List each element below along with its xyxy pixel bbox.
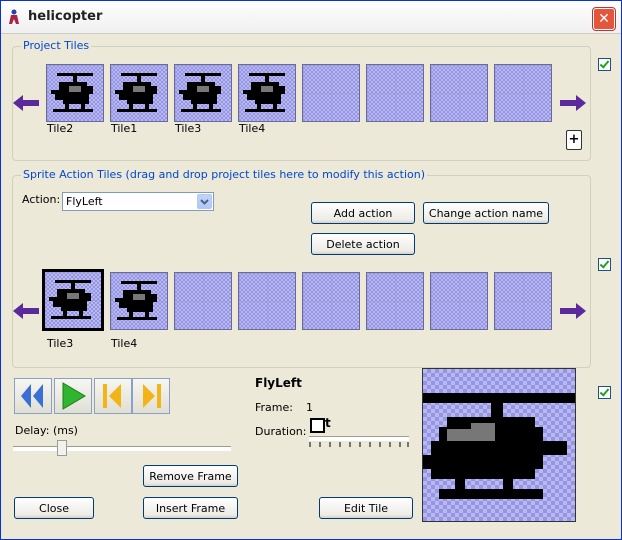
action-tile-label: Tile3 <box>47 337 74 350</box>
rewind-button[interactable] <box>14 378 52 414</box>
frame-preview <box>422 368 576 522</box>
action-select-value: FlyLeft <box>66 195 103 208</box>
rewind-icon <box>21 384 43 408</box>
empty-tile-slot[interactable] <box>494 64 552 122</box>
delay-slider-track[interactable] <box>13 446 231 451</box>
tile-label: Tile3 <box>175 122 202 135</box>
scroll-left-arrow-icon[interactable] <box>13 95 39 111</box>
helicopter-icon <box>115 281 157 320</box>
play-icon <box>62 382 86 410</box>
action-select[interactable]: FlyLeft <box>62 192 214 211</box>
frame-label: Frame: <box>255 401 293 414</box>
empty-action-slot[interactable] <box>366 272 424 330</box>
close-button[interactable]: Close <box>14 497 94 519</box>
action-scroll-left-arrow-icon[interactable] <box>13 303 39 319</box>
project-tile[interactable] <box>46 64 104 122</box>
empty-action-slot[interactable] <box>238 272 296 330</box>
helicopter-icon <box>49 280 91 319</box>
scroll-right-arrow-icon[interactable] <box>560 95 586 111</box>
delay-label: Delay: (ms) <box>15 424 78 437</box>
tile-label: Tile1 <box>111 122 138 135</box>
duration-value: t <box>325 416 331 430</box>
delay-slider-thumb[interactable] <box>57 440 67 456</box>
action-tile-selected[interactable] <box>42 269 104 331</box>
empty-tile-slot[interactable] <box>430 64 488 122</box>
add-action-button[interactable]: Add action <box>311 202 415 224</box>
project-tiles-checkbox[interactable] <box>598 58 611 71</box>
action-tiles-label: Sprite Action Tiles (drag and drop proje… <box>21 168 428 181</box>
play-button[interactable] <box>54 378 92 414</box>
empty-action-slot[interactable] <box>494 272 552 330</box>
empty-action-slot[interactable] <box>302 272 360 330</box>
empty-action-slot[interactable] <box>430 272 488 330</box>
project-tile[interactable] <box>110 64 168 122</box>
current-action-name: FlyLeft <box>255 376 302 390</box>
action-tile-label: Tile4 <box>111 337 138 350</box>
add-tile-button[interactable]: + <box>566 130 582 150</box>
action-tiles-checkbox[interactable] <box>598 258 611 271</box>
tile-label: Tile4 <box>239 122 266 135</box>
close-window-button[interactable]: ✕ <box>593 8 615 30</box>
project-tiles-label: Project Tiles <box>21 39 92 52</box>
remove-frame-button[interactable]: Remove Frame <box>143 465 238 487</box>
empty-tile-slot[interactable] <box>366 64 424 122</box>
action-scroll-right-arrow-icon[interactable] <box>560 303 586 319</box>
skip-start-icon <box>103 384 121 408</box>
empty-tile-slot[interactable] <box>302 64 360 122</box>
window-title: helicopter <box>28 9 103 24</box>
project-tile[interactable] <box>174 64 232 122</box>
first-frame-button[interactable] <box>94 378 132 414</box>
empty-action-slot[interactable] <box>174 272 232 330</box>
action-label: Action: <box>22 193 61 206</box>
duration-slider-track[interactable] <box>309 436 409 441</box>
helicopter-icon <box>115 73 157 112</box>
preview-checkbox[interactable] <box>598 386 611 399</box>
skip-end-icon <box>143 384 161 408</box>
frame-value: 1 <box>306 401 313 414</box>
app-icon <box>9 9 19 24</box>
helicopter-preview-icon <box>423 393 575 499</box>
helicopter-icon <box>243 73 285 112</box>
action-tile[interactable] <box>110 272 168 330</box>
chevron-down-icon[interactable] <box>197 194 212 209</box>
tile-label: Tile2 <box>47 122 74 135</box>
app-window: helicopter ✕ Project Tiles Tile2 Tile1 T… <box>0 0 622 540</box>
helicopter-icon <box>51 73 93 112</box>
title-bar[interactable]: helicopter ✕ <box>1 1 621 34</box>
change-action-name-button[interactable]: Change action name <box>423 202 549 224</box>
insert-frame-button[interactable]: Insert Frame <box>143 497 238 519</box>
duration-slider-ticks <box>309 442 409 447</box>
duration-label: Duration: <box>255 425 307 438</box>
delete-action-button[interactable]: Delete action <box>311 233 415 255</box>
last-frame-button[interactable] <box>132 378 170 414</box>
duration-slider-thumb[interactable] <box>310 418 325 433</box>
edit-tile-button[interactable]: Edit Tile <box>319 497 413 519</box>
helicopter-icon <box>179 73 221 112</box>
project-tile[interactable] <box>238 64 296 122</box>
